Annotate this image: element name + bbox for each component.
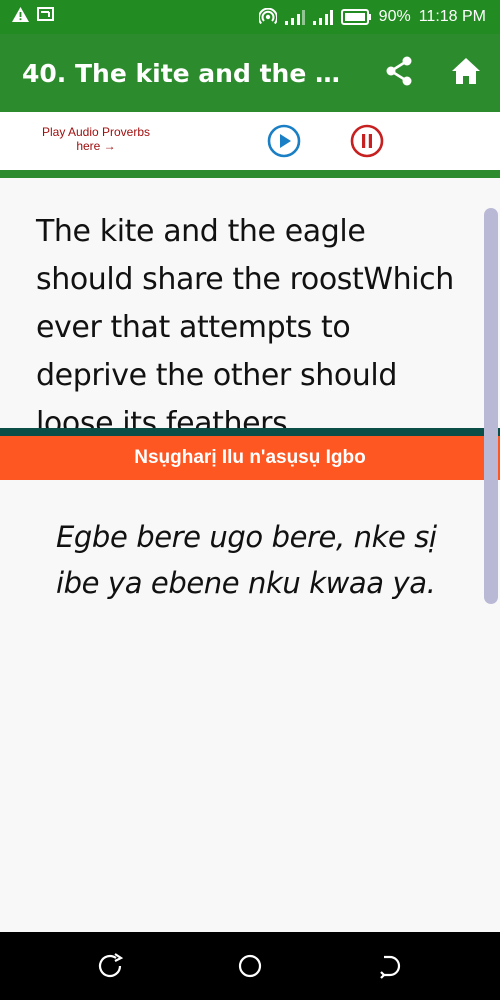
audio-label-line1: Play Audio Proverbs [41,125,151,139]
audio-controls: Play Audio Proverbs here → [0,112,500,170]
back-icon [374,955,406,986]
app-bar: 40. The kite and the eagl... [0,34,500,112]
status-bar-left [12,7,54,27]
battery-percent: 90% [378,8,411,25]
pause-icon [350,124,384,162]
play-icon [267,124,301,162]
share-icon [385,56,413,91]
home-button[interactable] [449,56,483,90]
hotspot-icon [258,8,277,26]
navigation-bar [0,932,500,1000]
translation-header: Nsụgharị Ilu n'asụsụ Igbo [0,436,500,480]
audio-label-line2: here → [76,139,116,153]
page-title: 40. The kite and the eagl... [22,58,352,88]
cast-icon [37,7,54,27]
battery-icon [340,9,371,25]
scrollbar[interactable] [484,208,498,604]
clock: 11:18 PM [418,8,486,25]
proverb-english: The kite and the eagle should share the … [36,214,454,441]
divider [0,428,500,436]
play-button[interactable] [267,124,301,158]
recent-apps-button[interactable] [94,950,126,982]
proverb-igbo: Egbe bere ugo bere, nke sị ibe ya ebene … [56,520,437,600]
recent-apps-icon [94,953,126,986]
warning-icon [12,7,29,27]
signal-icon [312,9,333,25]
divider [0,170,500,178]
home-circle-icon [234,954,266,986]
home-icon [451,57,481,90]
status-bar-right: 90% 11:18 PM [258,8,486,26]
signal-icon [284,9,305,25]
audio-label: Play Audio Proverbs here → [40,125,152,153]
status-bar: 90% 11:18 PM [0,0,500,34]
share-button[interactable] [382,56,416,90]
back-button[interactable] [374,950,406,982]
translation-header-label: Nsụgharị Ilu n'asụsụ Igbo [134,447,366,468]
home-nav-button[interactable] [234,950,266,982]
pause-button[interactable] [350,124,384,158]
